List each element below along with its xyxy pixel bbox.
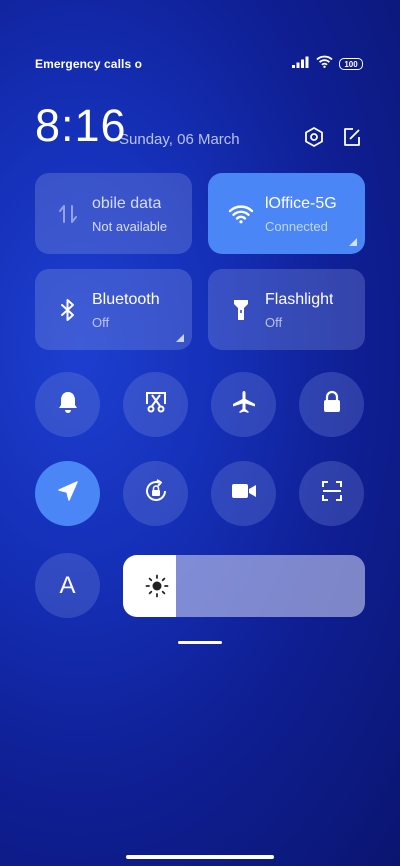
bluetooth-status: Off bbox=[92, 315, 110, 330]
bluetooth-tile[interactable]: Bluetooth Off bbox=[35, 269, 192, 350]
flashlight-tile[interactable]: Flashlight Off bbox=[208, 269, 365, 350]
wifi-status: Connected bbox=[265, 219, 328, 234]
scan-icon bbox=[321, 480, 343, 507]
data-arrows-icon bbox=[55, 201, 81, 227]
settings-icon[interactable] bbox=[303, 126, 325, 148]
scanner-toggle[interactable] bbox=[299, 461, 364, 526]
mobile-data-label: obile data bbox=[92, 195, 162, 212]
wifi-network-label: lOffice-5G bbox=[265, 195, 337, 212]
carrier-label: Emergency calls o bbox=[35, 57, 143, 71]
lock-screen-toggle[interactable] bbox=[299, 372, 364, 437]
screenshot-toggle[interactable] bbox=[123, 372, 188, 437]
bluetooth-expand-indicator[interactable] bbox=[176, 334, 184, 342]
location-icon bbox=[57, 480, 79, 507]
brightness-icon bbox=[145, 574, 169, 603]
brightness-slider[interactable] bbox=[123, 555, 365, 617]
mobile-data-tile[interactable]: obile data Not available bbox=[35, 173, 192, 254]
bell-icon bbox=[57, 390, 79, 419]
status-icons: 100 bbox=[292, 55, 363, 73]
reading-mode-icon: A bbox=[59, 571, 76, 599]
wifi-tile[interactable]: lOffice-5G Connected bbox=[208, 173, 365, 254]
video-icon bbox=[231, 482, 257, 505]
sound-toggle[interactable] bbox=[35, 372, 100, 437]
flashlight-icon bbox=[228, 297, 254, 323]
flashlight-label: Flashlight bbox=[265, 291, 334, 308]
location-toggle[interactable] bbox=[35, 461, 100, 526]
home-indicator[interactable] bbox=[126, 855, 274, 859]
signal-icon bbox=[292, 55, 310, 73]
airplane-mode-toggle[interactable] bbox=[211, 372, 276, 437]
bluetooth-icon bbox=[55, 297, 81, 323]
battery-icon: 100 bbox=[339, 58, 363, 70]
wifi-status-icon bbox=[316, 55, 333, 73]
rotation-lock-icon bbox=[143, 478, 169, 509]
reading-mode-toggle[interactable]: A bbox=[35, 553, 100, 618]
airplane-icon bbox=[231, 389, 257, 420]
status-bar: Emergency calls o 100 bbox=[35, 55, 363, 73]
lock-icon bbox=[322, 390, 342, 419]
flashlight-status: Off bbox=[265, 315, 283, 330]
panel-drag-handle[interactable] bbox=[178, 641, 222, 644]
rotation-lock-toggle[interactable] bbox=[123, 461, 188, 526]
edit-icon[interactable] bbox=[341, 126, 363, 148]
wifi-expand-indicator[interactable] bbox=[349, 238, 357, 246]
screenshot-icon bbox=[144, 390, 168, 419]
mobile-data-status: Not available bbox=[92, 219, 168, 234]
screen-recorder-toggle[interactable] bbox=[211, 461, 276, 526]
wifi-icon bbox=[228, 201, 254, 227]
bluetooth-label: Bluetooth bbox=[92, 291, 160, 308]
clock-date: Sunday, 06 March bbox=[119, 131, 240, 148]
clock-time: 8:16 bbox=[35, 100, 127, 151]
